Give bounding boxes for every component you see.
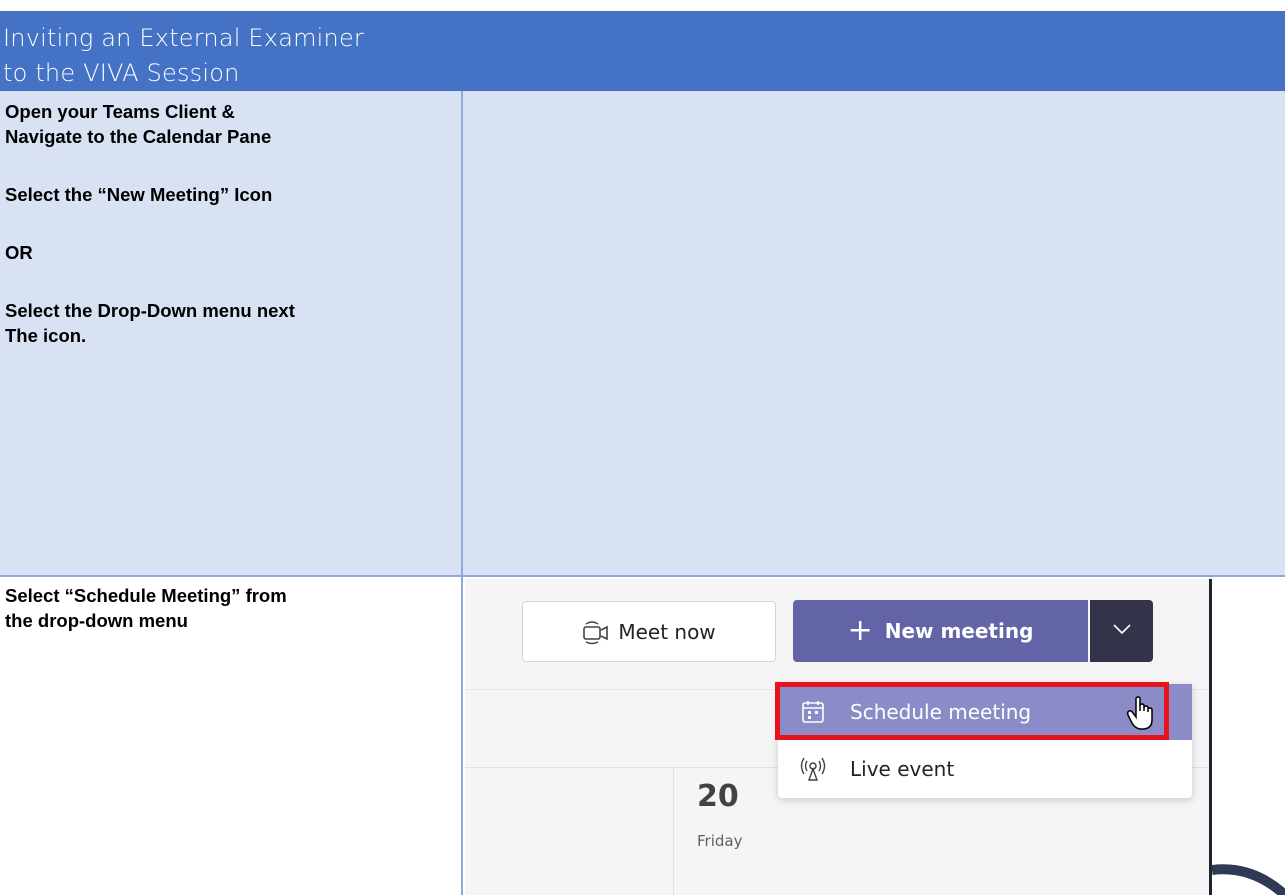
step-1-line: Select the Drop-Down menu next <box>5 300 295 321</box>
step-2-text: Select “Schedule Meeting” from the drop-… <box>5 583 455 633</box>
chevron-down-icon <box>1112 622 1132 640</box>
page-title: Inviting an External Examiner to the VIV… <box>3 21 523 91</box>
step-1-line: The icon. <box>5 325 87 346</box>
step-1-line: OR <box>5 242 33 263</box>
live-event-label: Live event <box>850 757 955 781</box>
title-line-2: to the VIVA Session <box>3 59 240 87</box>
step-1-line: Select the “New Meeting” Icon <box>5 184 273 205</box>
document-header: Inviting an External Examiner to the VIV… <box>0 11 1285 91</box>
calendar-date-number: 20 <box>697 779 739 814</box>
broadcast-icon <box>800 756 826 782</box>
new-meeting-dropdown-button[interactable] <box>1090 600 1153 662</box>
calendar-icon <box>800 699 826 725</box>
step-2-line: the drop-down menu <box>5 610 188 631</box>
step-1-line: Navigate to the Calendar Pane <box>5 126 272 147</box>
plus-icon: + <box>847 613 873 648</box>
divider <box>673 767 674 895</box>
new-meeting-label: New meeting <box>884 619 1034 643</box>
meet-now-button[interactable]: Meet now <box>522 601 776 662</box>
hand-cursor-icon <box>1126 696 1156 732</box>
teams-calendar-screenshot: Meet now + New meeting Schedule meeting … <box>465 579 1210 895</box>
step-1-text: Open your Teams Client & Navigate to the… <box>5 99 455 348</box>
step-1-line: Open your Teams Client & <box>5 101 235 122</box>
new-meeting-button[interactable]: + New meeting <box>793 600 1088 662</box>
video-camera-icon <box>582 619 610 645</box>
step-1-instructions-cell: Open your Teams Client & Navigate to the… <box>0 91 463 577</box>
menu-item-live-event[interactable]: Live event <box>778 742 1192 796</box>
decorative-arc <box>1212 864 1285 895</box>
step-1-image-cell <box>463 91 1285 577</box>
calendar-day-name: Friday <box>697 832 743 850</box>
step-2-line: Select “Schedule Meeting” from <box>5 585 287 606</box>
title-line-1: Inviting an External Examiner <box>3 24 364 52</box>
schedule-meeting-label: Schedule meeting <box>850 700 1032 724</box>
meet-now-label: Meet now <box>618 619 716 644</box>
step-2-instructions-cell: Select “Schedule Meeting” from the drop-… <box>0 577 463 895</box>
